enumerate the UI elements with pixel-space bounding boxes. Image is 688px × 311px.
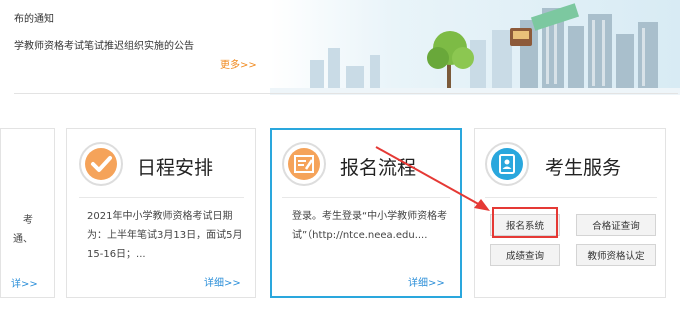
annotation-arrow xyxy=(375,146,490,211)
